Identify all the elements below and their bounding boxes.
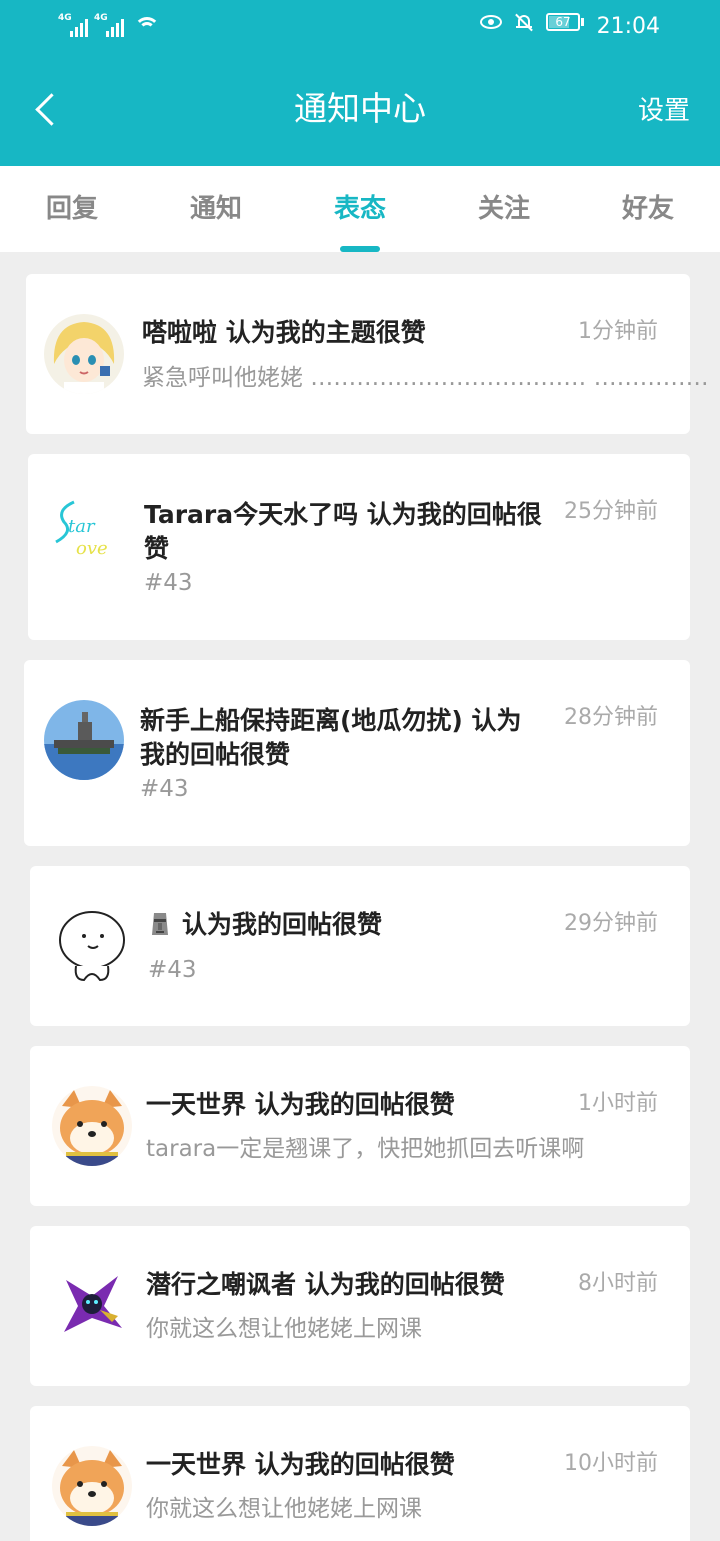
shiba-avatar[interactable] [52,1446,132,1526]
notification-subtitle: #43 [140,776,189,802]
tab-label: 表态 [333,194,386,224]
status-bar: 4G 4G 67 21:04 [0,0,720,56]
tab-friends[interactable]: 好友 [576,166,720,252]
app-header: 通知中心 设置 [0,56,720,166]
page-title: 通知中心 [294,89,426,128]
svg-text:ove: ove [76,538,108,559]
battery-level: 67 [555,15,571,29]
notification-subtitle: #43 [148,957,197,983]
moai-icon [152,913,168,935]
tab-notices[interactable]: 通知 [144,166,288,252]
notification-title: 一天世界 认为我的回帖很赞 [146,1090,455,1119]
warship-avatar[interactable] [44,700,124,780]
tab-replies[interactable]: 回复 [0,166,144,252]
notification-subtitle: tarara一定是翘课了，快把她抓回去听课啊 [146,1136,585,1162]
notification-title: 认为我的回帖很赞 [148,908,548,942]
notification-subtitle: 你就这么想让他姥姥上网课 [146,1496,422,1522]
notification-time: 29分钟前 [564,911,658,936]
signal-icon: 4G [94,13,124,37]
bell-off-icon [514,12,534,32]
active-tab-indicator [340,246,380,252]
notification-time: 10小时前 [564,1451,658,1476]
tab-reactions[interactable]: 表态 [288,166,432,252]
notification-card[interactable]: 认为我的回帖很赞 29分钟前 #43 [30,866,690,1026]
tab-following[interactable]: 关注 [432,166,576,252]
notification-title: 一天世界 认为我的回帖很赞 [146,1450,455,1479]
status-left: 4G 4G [58,13,160,37]
status-right: 67 [480,12,584,32]
tab-label: 关注 [477,194,530,224]
wifi-icon [134,15,160,37]
tab-label: 通知 [189,194,242,224]
notification-time: 28分钟前 [564,705,658,730]
notification-title: 嗒啦啦 认为我的主题很赞 [142,318,426,347]
tab-label: 好友 [621,194,674,224]
shiba-avatar[interactable] [52,1086,132,1166]
notification-time: 8小时前 [578,1271,658,1296]
notification-card[interactable]: 新手上船保持距离(地瓜勿扰) 认为我的回帖很赞 28分钟前 #43 [24,660,690,846]
notification-card[interactable]: 潜行之嘲讽者 认为我的回帖很赞 8小时前 你就这么想让他姥姥上网课 [30,1226,690,1386]
notification-card[interactable]: tar ove Tarara今天水了吗 认为我的回帖很赞 25分钟前 #43 [28,454,690,640]
tab-label: 回复 [45,194,98,224]
notification-time: 1分钟前 [578,319,658,344]
clock: 21:04 [596,14,660,39]
notification-title: 潜行之嘲讽者 认为我的回帖很赞 [146,1270,505,1299]
star-love-avatar[interactable]: tar ove [44,492,124,572]
notification-time: 25分钟前 [564,499,658,524]
notification-subtitle: 你就这么想让他姥姥上网课 [146,1316,422,1342]
purple-character-avatar[interactable] [52,1266,132,1346]
notification-title: 新手上船保持距离(地瓜勿扰) 认为我的回帖很赞 [140,706,522,769]
notification-card[interactable]: 一天世界 认为我的回帖很赞 10小时前 你就这么想让他姥姥上网课 [30,1406,690,1541]
signal-icon: 4G [58,13,88,37]
notification-subtitle: 紧急呼叫他姥姥 ……………………………… …………… [142,365,709,391]
svg-text:tar: tar [68,516,96,537]
eye-icon [480,15,502,29]
notification-title-text: 认为我的回帖很赞 [182,910,383,939]
tab-bar: 回复 通知 表态 关注 好友 [0,166,720,252]
notification-card[interactable]: 嗒啦啦 认为我的主题很赞 1分钟前 紧急呼叫他姥姥 ……………………………… …… [26,274,709,434]
notification-time: 1小时前 [578,1091,658,1116]
notification-card[interactable]: 一天世界 认为我的回帖很赞 1小时前 tarara一定是翘课了，快把她抓回去听课… [30,1046,690,1206]
battery-icon: 67 [546,13,584,31]
anime-girl-avatar[interactable] [44,314,124,394]
blob-avatar[interactable] [52,904,132,984]
notification-subtitle: #43 [144,570,193,596]
notification-title: Tarara今天水了吗 认为我的回帖很赞 [144,500,542,563]
settings-button[interactable]: 设置 [638,94,690,128]
